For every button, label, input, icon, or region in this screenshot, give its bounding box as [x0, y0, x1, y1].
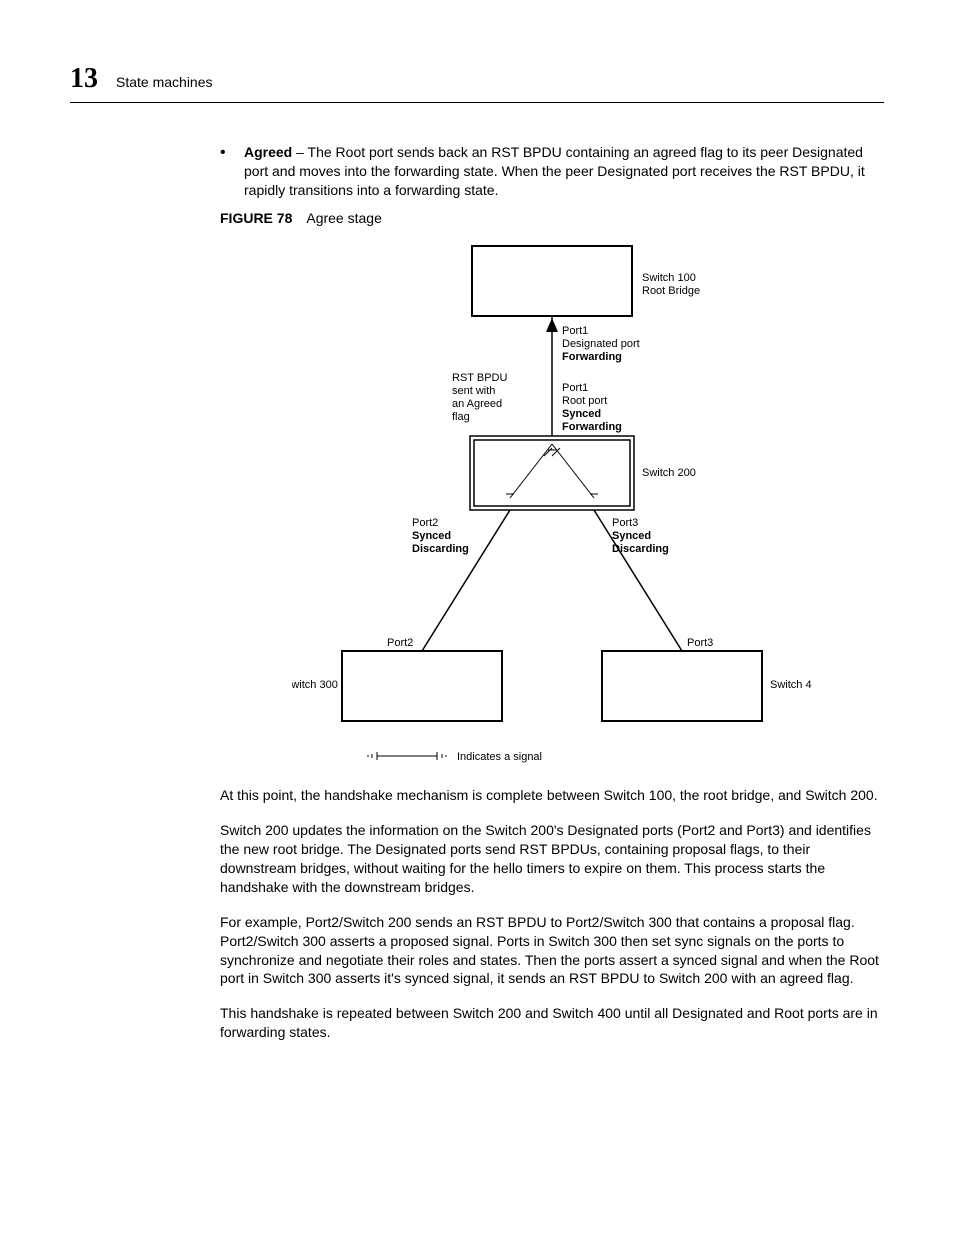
- label-port1-top-b: Designated port: [562, 338, 640, 350]
- label-bpdu-d: flag: [452, 411, 470, 423]
- paragraph-4: This handshake is repeated between Switc…: [220, 1004, 884, 1042]
- label-port1-bot-d: Forwarding: [562, 421, 622, 433]
- label-switch300: Switch 300: [292, 679, 338, 691]
- label-port3-a: Port3: [612, 517, 638, 529]
- label-port2-c: Discarding: [412, 543, 469, 555]
- page-header: 13 State machines: [70, 60, 884, 103]
- label-switch200: Switch 200: [642, 467, 696, 479]
- label-bpdu-b: sent with: [452, 385, 495, 397]
- label-port1-bot-b: Root port: [562, 395, 607, 407]
- label-port2-bottom: Port2: [387, 637, 413, 649]
- figure-diagram: Switch 100 Root Bridge Port1 Designated …: [292, 236, 812, 776]
- label-bpdu-c: an Agreed: [452, 398, 502, 410]
- bullet-term: Agreed: [244, 144, 292, 160]
- label-port1-bot-a: Port1: [562, 382, 588, 394]
- bullet-desc: – The Root port sends back an RST BPDU c…: [244, 144, 865, 198]
- label-bpdu-a: RST BPDU: [452, 372, 507, 384]
- label-switch400: Switch 400: [770, 679, 812, 691]
- paragraph-3: For example, Port2/Switch 200 sends an R…: [220, 913, 884, 989]
- figure-number: FIGURE 78: [220, 210, 292, 226]
- section-title: State machines: [116, 73, 213, 92]
- label-port1-top-c: Forwarding: [562, 351, 622, 363]
- label-port3-bottom: Port3: [687, 637, 713, 649]
- label-switch100-a: Switch 100: [642, 272, 696, 284]
- label-port1-bot-c: Synced: [562, 408, 601, 420]
- legend-signal: Indicates a signal: [368, 751, 542, 763]
- bullet-icon: •: [220, 143, 244, 200]
- paragraph-1: At this point, the handshake mechanism i…: [220, 786, 884, 805]
- label-port3-b: Synced: [612, 530, 651, 542]
- bullet-item: • Agreed – The Root port sends back an R…: [220, 143, 884, 200]
- label-port2-b: Synced: [412, 530, 451, 542]
- bullet-text: Agreed – The Root port sends back an RST…: [244, 143, 884, 200]
- legend-text: Indicates a signal: [457, 751, 542, 763]
- paragraph-2: Switch 200 updates the information on th…: [220, 821, 884, 897]
- label-port2-a: Port2: [412, 517, 438, 529]
- label-port1-top-a: Port1: [562, 325, 588, 337]
- figure-caption: FIGURE 78 Agree stage: [220, 209, 884, 228]
- content-body: • Agreed – The Root port sends back an R…: [220, 143, 884, 1042]
- label-switch100-b: Root Bridge: [642, 285, 700, 297]
- figure-title: Agree stage: [306, 210, 382, 226]
- chapter-number: 13: [70, 60, 98, 98]
